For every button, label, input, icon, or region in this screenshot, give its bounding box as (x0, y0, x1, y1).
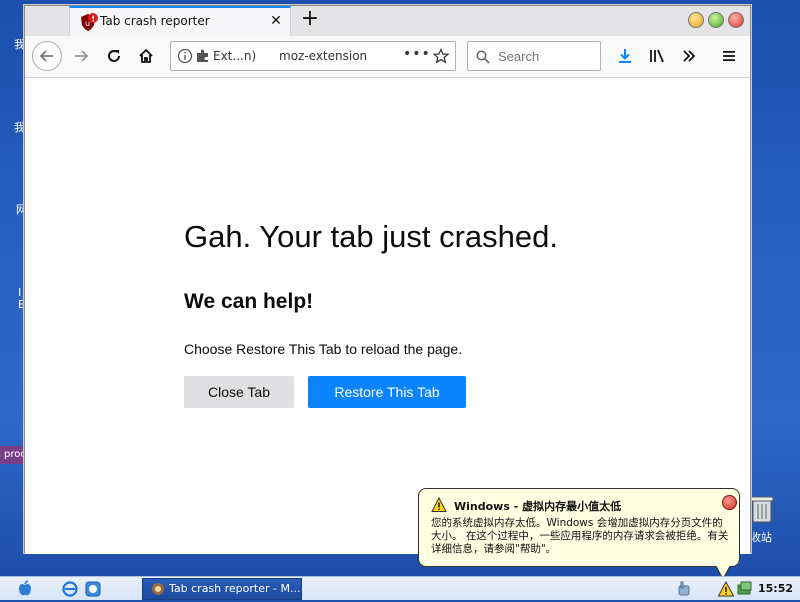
page-actions-icon[interactable]: ••• (403, 46, 431, 62)
close-tab-icon[interactable]: ✕ (268, 13, 284, 29)
library-icon (650, 49, 664, 63)
taskbar-window-label: Tab crash reporter - M... (169, 582, 301, 595)
reload-icon (108, 50, 120, 62)
recycle-bin-label[interactable]: 收站 (750, 531, 772, 544)
page-title: Gah. Your tab just crashed. (184, 219, 558, 254)
hamburger-menu-icon (723, 51, 735, 61)
new-tab-button[interactable]: + (299, 8, 321, 32)
minimize-button[interactable] (688, 12, 704, 28)
forward-arrow-icon (75, 50, 89, 62)
tray-network-icon[interactable] (736, 580, 754, 598)
svg-text:!: ! (91, 14, 95, 23)
chevrons-right-icon (683, 50, 696, 62)
puzzle-icon (195, 48, 211, 64)
browser-window: u ! Tab crash reporter ✕ + Ext...n) moz-… (24, 5, 751, 554)
back-arrow-icon (39, 50, 53, 62)
balloon-title: Windows - 虚拟内存最小值太低 (454, 500, 622, 513)
bookmark-star-icon[interactable] (432, 48, 450, 64)
tray-hand-icon[interactable] (676, 580, 692, 598)
close-window-button[interactable] (728, 12, 744, 28)
overflow-button[interactable] (674, 41, 704, 71)
balloon-message: 您的系统虚拟内存太低。Windows 会增加虚拟内存分页文件的大小。 在这个过程… (431, 517, 729, 555)
tab-title: Tab crash reporter (100, 14, 210, 28)
close-tab-button[interactable]: Close Tab (184, 376, 294, 408)
back-button[interactable] (32, 41, 62, 71)
internet-explorer-icon[interactable] (61, 580, 79, 598)
tab-strip: u ! Tab crash reporter ✕ + (25, 6, 750, 36)
clock[interactable]: 15:52 (758, 582, 793, 595)
help-heading: We can help! (184, 290, 314, 313)
recycle-bin-icon[interactable] (748, 494, 776, 524)
extension-identity-label: Ext...n) (213, 49, 257, 63)
warning-icon (431, 496, 447, 513)
maximize-button[interactable] (708, 12, 724, 28)
tab-crash-reporter[interactable]: u ! Tab crash reporter ✕ (69, 6, 291, 36)
search-placeholder: Search (498, 49, 540, 64)
library-button[interactable] (642, 41, 672, 71)
site-info-icon[interactable] (177, 48, 193, 64)
search-icon (476, 49, 490, 64)
taskbar: Tab crash reporter - M... 15:52 (0, 576, 800, 600)
search-bar[interactable]: Search (467, 41, 601, 71)
restore-tab-button[interactable]: Restore This Tab (308, 376, 466, 408)
crash-page: Gah. Your tab just crashed. We can help!… (25, 79, 750, 554)
nav-toolbar: Ext...n) moz-extension ••• Search (25, 36, 750, 78)
ublock-icon: u ! (78, 12, 98, 32)
balloon-close-button[interactable] (722, 495, 737, 510)
desktop-icon-label[interactable]: proc (0, 446, 26, 464)
downloads-button[interactable] (610, 41, 640, 71)
url-bar[interactable]: Ext...n) moz-extension ••• (170, 41, 456, 71)
url-text[interactable]: moz-extension (279, 49, 367, 63)
app-icon (151, 582, 165, 596)
taskbar-window-button[interactable]: Tab crash reporter - M... (142, 578, 302, 600)
reload-button[interactable] (99, 41, 129, 71)
home-button[interactable] (131, 41, 161, 71)
help-text: Choose Restore This Tab to reload the pa… (184, 341, 463, 357)
tray-warning-icon[interactable] (717, 580, 735, 598)
start-apple-icon[interactable] (16, 580, 34, 598)
window-controls (688, 12, 744, 28)
home-icon (139, 48, 153, 63)
menu-button[interactable] (714, 41, 744, 71)
browser-quicklaunch-icon[interactable] (84, 580, 102, 598)
virtual-memory-balloon: Windows - 虚拟内存最小值太低 您的系统虚拟内存太低。Windows 会… (418, 488, 740, 580)
download-arrow-icon (619, 49, 631, 63)
forward-button[interactable] (66, 41, 96, 71)
